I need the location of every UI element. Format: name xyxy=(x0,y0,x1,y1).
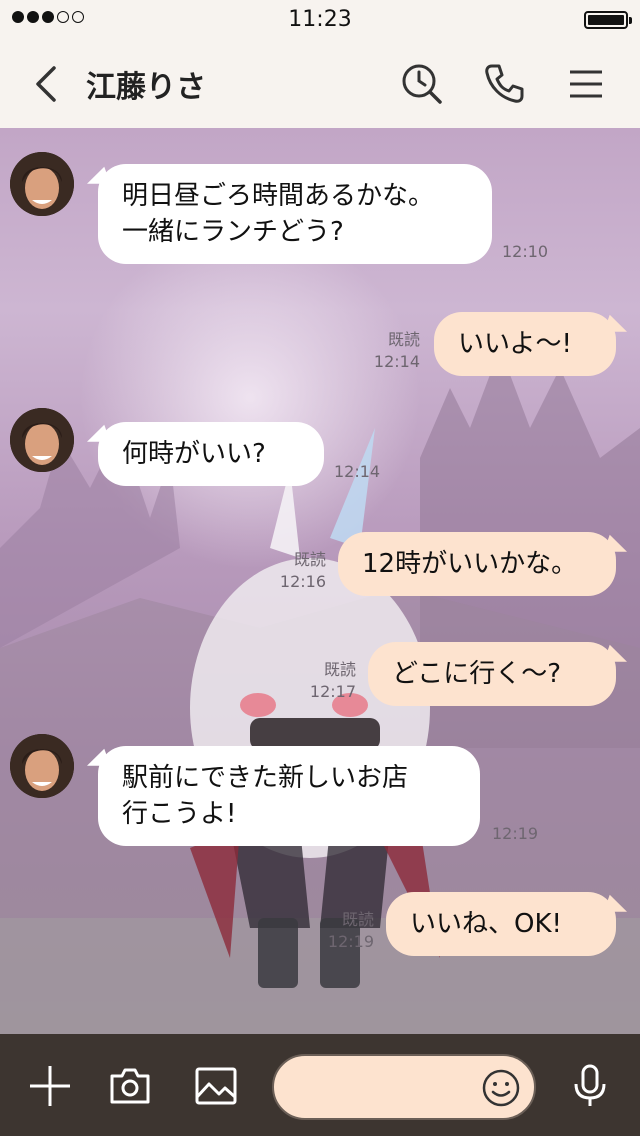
contact-avatar[interactable] xyxy=(10,734,74,798)
avatar-photo xyxy=(10,408,74,472)
message-bubble-incoming[interactable]: 駅前にできた新しいお店 行こうよ! xyxy=(98,746,480,846)
read-receipt: 既読 xyxy=(387,330,420,349)
contact-avatar[interactable] xyxy=(10,408,74,472)
message-time: 12:16 xyxy=(279,572,326,591)
back-chevron-icon xyxy=(36,66,56,102)
read-receipt: 既読 xyxy=(293,550,326,569)
microphone-icon xyxy=(574,1064,606,1106)
search-history-button[interactable] xyxy=(398,60,446,108)
search-history-icon xyxy=(402,64,442,104)
message-time: 12:19 xyxy=(492,824,539,843)
message-bubble-outgoing[interactable]: いいね、OK! xyxy=(386,892,616,956)
photo-button[interactable] xyxy=(192,1062,240,1110)
back-button[interactable] xyxy=(28,62,68,106)
add-button[interactable] xyxy=(26,1062,74,1110)
message-time: 12:14 xyxy=(373,352,420,371)
chat-header: 江藤りさ xyxy=(0,40,640,129)
emoji-button[interactable] xyxy=(480,1067,522,1109)
menu-button[interactable] xyxy=(562,60,610,108)
emoji-icon xyxy=(482,1069,520,1107)
menu-icon xyxy=(570,70,602,98)
image-icon xyxy=(195,1067,237,1105)
message-bubble-outgoing[interactable]: 12時がいいかな。 xyxy=(338,532,616,596)
camera-button[interactable] xyxy=(106,1062,154,1110)
plus-icon xyxy=(30,1066,70,1106)
message-bubble-outgoing[interactable]: どこに行く〜? xyxy=(368,642,616,706)
read-receipt: 既読 xyxy=(323,660,356,679)
contact-avatar[interactable] xyxy=(10,152,74,216)
voice-button[interactable] xyxy=(566,1062,614,1110)
message-time: 12:17 xyxy=(309,682,356,701)
avatar-photo xyxy=(10,734,74,798)
read-receipt: 既読 xyxy=(341,910,374,929)
contact-name: 江藤りさ xyxy=(86,70,206,105)
message-time: 12:19 xyxy=(327,932,374,951)
message-bubble-incoming[interactable]: 何時がいい? xyxy=(98,422,324,486)
chat-area[interactable]: 明日昼ごろ時間あるかな。 一緒にランチどう? 12:10 既読 12:14 いい… xyxy=(0,128,640,1034)
call-button[interactable] xyxy=(480,60,528,108)
avatar-photo xyxy=(10,152,74,216)
status-time: 11:23 xyxy=(288,7,352,32)
message-bubble-outgoing[interactable]: いいよ〜! xyxy=(434,312,616,376)
status-bar: 11:23 xyxy=(0,0,640,40)
message-time: 12:14 xyxy=(334,462,381,481)
input-bar xyxy=(0,1034,640,1136)
battery-fill xyxy=(588,15,624,25)
phone-icon xyxy=(485,64,524,103)
message-bubble-incoming[interactable]: 明日昼ごろ時間あるかな。 一緒にランチどう? xyxy=(98,164,492,264)
message-time: 12:10 xyxy=(502,242,549,261)
camera-icon xyxy=(110,1068,150,1104)
battery-icon xyxy=(584,11,632,29)
